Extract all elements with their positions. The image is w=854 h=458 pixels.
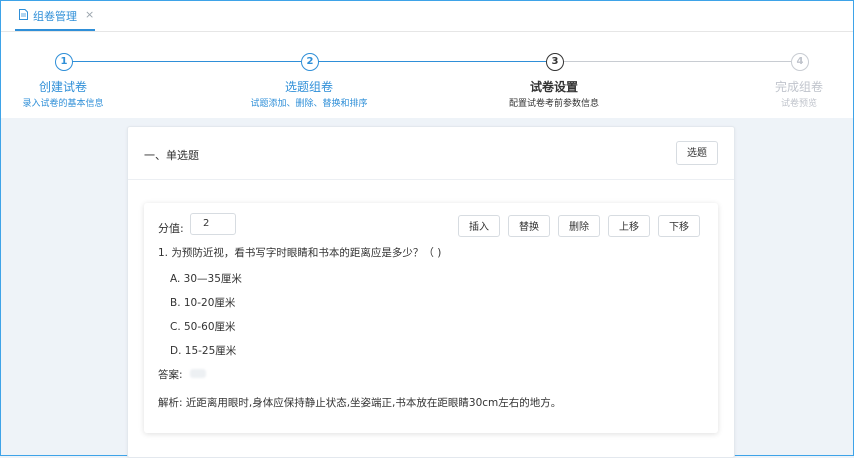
step-4-title: 完成组卷 bbox=[774, 80, 823, 94]
question-stem: 1. 为预防近视，看书写字时眼睛和书本的距离应是多少？（ ) bbox=[158, 247, 442, 259]
move-up-button[interactable]: 上移 bbox=[608, 215, 650, 237]
section-header: 一、单选题 选题 bbox=[128, 127, 734, 180]
step-connector bbox=[563, 61, 791, 62]
score-input[interactable]: 2 bbox=[190, 213, 236, 235]
option-d: D. 15-25厘米 bbox=[170, 345, 237, 357]
select-questions-button[interactable]: 选题 bbox=[676, 141, 718, 165]
step-connector bbox=[71, 61, 301, 62]
workspace: 一、单选题 选题 分值: 2 插入 替换 删除 上移 下移 1. 为预防近视，看… bbox=[1, 118, 853, 458]
step-1-desc: 录入试卷的基本信息 bbox=[22, 99, 104, 109]
option-b: B. 10-20厘米 bbox=[170, 297, 236, 309]
step-4-circle: 4 bbox=[791, 53, 809, 71]
question-section-card: 一、单选题 选题 分值: 2 插入 替换 删除 上移 下移 1. 为预防近视，看… bbox=[127, 126, 735, 458]
move-down-button[interactable]: 下移 bbox=[658, 215, 700, 237]
score-label: 分值: bbox=[158, 222, 184, 235]
tab-exam-management[interactable]: 组卷管理 × bbox=[15, 1, 95, 31]
step-3-title: 试卷设置 bbox=[529, 80, 578, 94]
step-2-title: 选题组卷 bbox=[284, 80, 333, 94]
delete-button[interactable]: 删除 bbox=[558, 215, 600, 237]
hidden-answer bbox=[190, 369, 206, 378]
tab-bar: 组卷管理 × bbox=[1, 1, 853, 32]
steps-bar: 1 创建试卷 录入试卷的基本信息 2 选题组卷 试题添加、删除、替换和排序 3 … bbox=[1, 32, 853, 118]
section-title: 一、单选题 bbox=[144, 149, 199, 162]
step-2-desc: 试题添加、删除、替换和排序 bbox=[250, 99, 368, 109]
answer-label: 答案: bbox=[158, 369, 183, 381]
step-3-circle: 3 bbox=[546, 53, 564, 71]
analysis-text: 解析: 近距离用眼时,身体应保持静止状态,坐姿端正,书本放在距眼睛30cm左右的… bbox=[158, 397, 562, 409]
step-2-circle: 2 bbox=[301, 53, 319, 71]
step-3-desc: 配置试卷考前参数信息 bbox=[508, 99, 599, 109]
tab-label: 组卷管理 bbox=[33, 10, 77, 23]
insert-button[interactable]: 插入 bbox=[458, 215, 500, 237]
app-frame: 组卷管理 × 1 创建试卷 录入试卷的基本信息 2 选题组卷 试题添加、删除、替… bbox=[0, 0, 854, 458]
step-connector bbox=[318, 61, 546, 62]
question-item: 分值: 2 插入 替换 删除 上移 下移 1. 为预防近视，看书写字时眼睛和书本… bbox=[144, 203, 718, 433]
option-c: C. 50-60厘米 bbox=[170, 321, 236, 333]
step-1-title: 创建试卷 bbox=[38, 80, 87, 94]
replace-button[interactable]: 替换 bbox=[508, 215, 550, 237]
option-a: A. 30—35厘米 bbox=[170, 273, 242, 285]
step-4-desc: 试卷预览 bbox=[780, 99, 817, 109]
close-icon[interactable]: × bbox=[85, 8, 94, 21]
document-icon bbox=[19, 9, 28, 20]
step-1-circle: 1 bbox=[55, 53, 73, 71]
